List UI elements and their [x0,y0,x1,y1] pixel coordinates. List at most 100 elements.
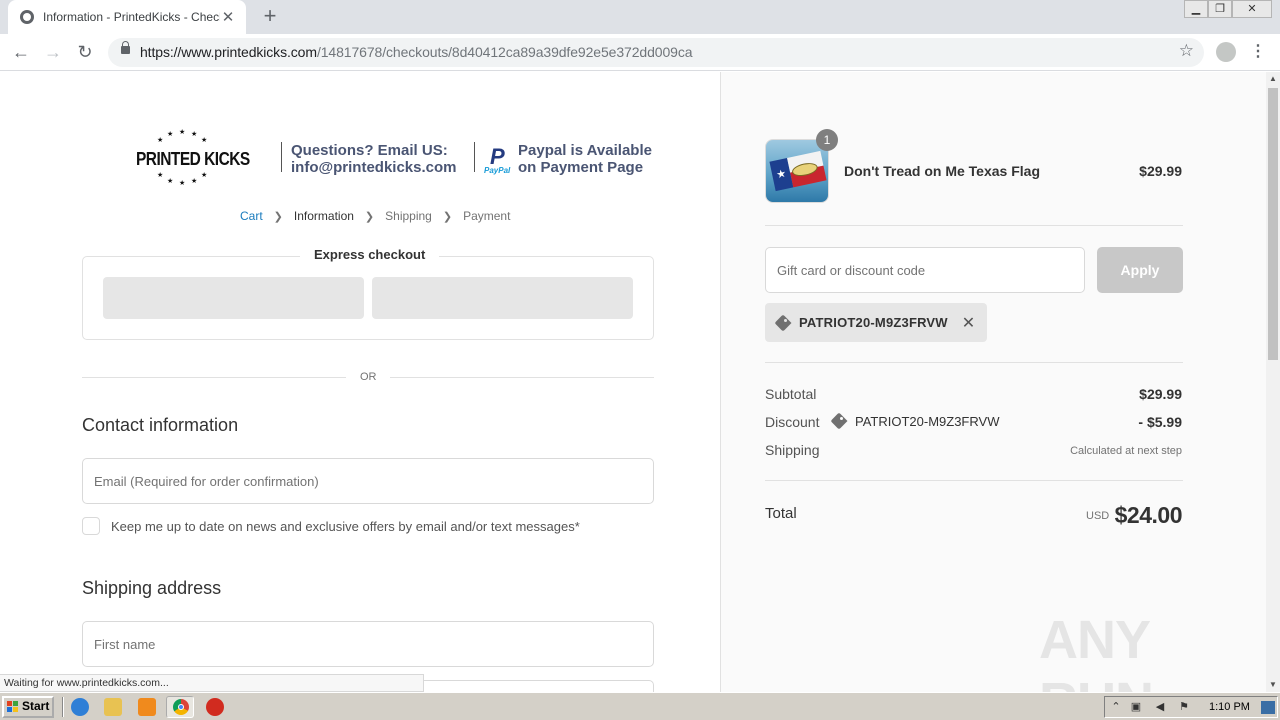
paypal-banner: Paypal is Available on Payment Page [518,142,652,176]
scroll-down-arrow-icon[interactable]: ▼ [1266,678,1280,692]
discount-value: - $5.99 [1138,414,1182,430]
express-pay-button-2[interactable] [372,277,633,319]
contact-banner-email: info@printedkicks.com [291,159,457,176]
folder-icon[interactable] [104,698,122,716]
breadcrumb-information: Information [293,209,354,223]
browser-menu-icon[interactable]: ⋮ [1250,41,1266,61]
email-field[interactable] [82,458,654,504]
newsletter-checkbox[interactable] [82,517,100,535]
taskbar-clock[interactable]: 1:10 PM [1209,701,1250,713]
show-desktop-icon[interactable] [1261,701,1275,714]
first-name-field[interactable] [82,621,654,667]
express-checkout-box [82,256,654,340]
product-price: $29.99 [1139,163,1182,179]
contact-info-title: Contact information [82,415,239,435]
tray-expand-icon[interactable]: ⌃ [1109,701,1123,714]
express-checkout-title: Express checkout [300,247,440,262]
opera-icon[interactable] [206,698,224,716]
scroll-thumb[interactable] [1268,88,1278,360]
system-tray: ⌃ ▣ ◀ ⚑ 1:10 PM [1104,696,1278,718]
start-label: Start [22,699,50,713]
checkout-main: ★ ★ ★ ★ ★ ★ ★ ★ ★ ★ PRINTED KICKS Questi… [0,72,720,692]
quantity-badge: 1 [816,129,838,151]
contact-banner: Questions? Email US: info@printedkicks.c… [291,142,457,176]
close-window-button[interactable]: ✕ [1232,0,1272,18]
page-scrollbar[interactable]: ▲ ▼ [1266,72,1280,692]
chevron-right-icon: ❯ [273,210,283,223]
or-text: OR [360,371,377,383]
reload-icon[interactable]: ↻ [72,40,98,66]
total-value: $24.00 [1114,502,1183,528]
discount-code-text: PATRIOT20-M9Z3FRVW [855,413,1000,429]
apply-button[interactable]: Apply [1097,247,1183,293]
breadcrumb: Cart ❯ Information ❯ Shipping ❯ Payment [240,209,510,223]
subtotal-value: $29.99 [1139,386,1182,402]
windows-logo-icon [7,701,19,713]
or-divider-left [82,377,346,378]
media-player-icon[interactable] [138,698,156,716]
summary-divider [765,225,1183,226]
lock-icon [121,41,130,54]
windows-taskbar: Start ⌃ ▣ ◀ ⚑ 1:10 PM [0,692,1280,720]
anyrun-watermark: ANY RUN [1039,610,1154,692]
new-tab-button[interactable]: + [258,5,282,29]
forward-arrow-icon[interactable]: → [40,40,66,66]
summary-divider [765,480,1183,481]
tab-close-icon[interactable]: ✕ [220,8,236,26]
restore-button[interactable]: ❐ [1208,0,1232,18]
volume-icon[interactable]: ◀ [1153,701,1167,714]
tab-title: Information - PrintedKicks - Checkout [43,10,220,24]
chevron-right-icon: ❯ [442,210,453,223]
url-text[interactable]: https://www.printedkicks.com/14817678/ch… [140,44,693,60]
tag-icon [831,413,847,429]
ie-icon[interactable] [71,698,89,716]
banner-divider [474,142,475,172]
total-label: Total [765,505,797,522]
shipping-address-title: Shipping address [82,578,222,598]
minimize-button[interactable]: ▁ [1184,0,1208,18]
order-summary: ★ 1 Don't Tread on Me Texas Flag $29.99 … [720,72,1266,692]
applied-discount-chip: PATRIOT20-M9Z3FRVW ✕ [765,303,987,342]
globe-icon [20,10,34,24]
contact-banner-line1: Questions? Email US: [291,142,448,159]
express-pay-button-1[interactable] [103,277,364,319]
tag-icon [775,315,791,331]
paypal-logo-word: PayPal [484,166,511,175]
applied-discount-code: PATRIOT20-M9Z3FRVW [799,315,948,330]
breadcrumb-shipping: Shipping [385,209,432,223]
logo-text: PRINTED KICKS [136,149,250,169]
browser-status-text: Waiting for www.printedkicks.com... [0,674,424,692]
breadcrumb-payment: Payment [463,209,511,223]
paypal-banner-line1: Paypal is Available [518,142,652,159]
discount-label: Discount [765,414,820,430]
newsletter-label[interactable]: Keep me up to date on news and exclusive… [111,519,580,534]
store-logo[interactable]: ★ ★ ★ ★ ★ ★ ★ ★ ★ ★ PRINTED KICKS [132,128,250,188]
browser-tab[interactable]: Information - PrintedKicks - Checkout ✕ [8,0,246,34]
summary-divider [765,362,1183,363]
action-center-flag-icon[interactable]: ⚑ [1177,701,1191,714]
remove-discount-icon[interactable]: ✕ [962,313,975,333]
start-button[interactable]: Start [2,696,54,718]
or-divider-right [390,377,654,378]
taskbar-separator [62,697,64,717]
browser-toolbar: ← → ↻ https://www.printedkicks.com/14817… [0,34,1280,71]
texas-flag-image: ★ [769,150,827,192]
network-icon[interactable]: ▣ [1129,701,1143,714]
paypal-banner-line2: on Payment Page [518,159,644,176]
profile-avatar-icon[interactable] [1216,42,1236,62]
total-currency: USD [1086,510,1110,522]
chrome-taskbar-button[interactable] [166,696,194,718]
breadcrumb-cart[interactable]: Cart [240,209,263,223]
back-arrow-icon[interactable]: ← [8,40,34,66]
discount-code-input[interactable] [765,247,1085,293]
browser-tabstrip: Information - PrintedKicks - Checkout ✕ … [0,0,1280,34]
banner-divider [281,142,282,172]
subtotal-label: Subtotal [765,386,817,402]
checkout-page: ★ ★ ★ ★ ★ ★ ★ ★ ★ ★ PRINTED KICKS Questi… [0,72,1266,692]
address-bar[interactable]: https://www.printedkicks.com/14817678/ch… [108,38,1204,67]
scroll-up-arrow-icon[interactable]: ▲ [1266,72,1280,86]
product-name: Don't Tread on Me Texas Flag [844,163,1040,179]
discount-tag: PATRIOT20-M9Z3FRVW [831,413,999,429]
shipping-label: Shipping [765,442,820,458]
bookmark-star-icon[interactable]: ☆ [1179,41,1194,61]
